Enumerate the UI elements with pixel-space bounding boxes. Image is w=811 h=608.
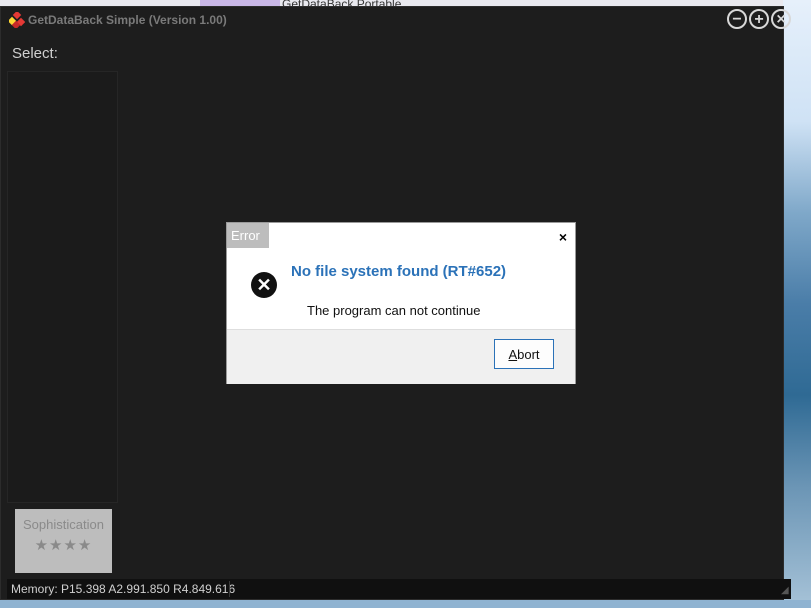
sophistication-button[interactable]: Sophistication ★★★★ [15, 509, 112, 573]
minimize-button[interactable]: − [727, 9, 747, 29]
error-x-icon: ✕ [251, 272, 277, 298]
status-separator [229, 581, 230, 597]
star-rating-icon: ★★★★ [34, 537, 93, 554]
error-heading: No file system found (RT#652) [291, 263, 507, 280]
memory-status: Memory: P15.398 A2.991.850 R4.849.616 [11, 582, 236, 596]
dialog-close-button[interactable]: × [559, 229, 567, 245]
window-title: GetDataBack Simple (Version 1.00) [28, 13, 227, 27]
desktop-background-bottom [0, 600, 811, 608]
dialog-footer: Abort [227, 329, 575, 384]
desktop-wallpaper-right [783, 0, 811, 608]
getdataback-logo-icon [9, 12, 25, 28]
close-button[interactable]: × [771, 9, 791, 29]
abort-label-rest: bort [517, 347, 540, 362]
error-message: The program can not continue [307, 303, 481, 318]
maximize-button[interactable]: + [749, 9, 769, 29]
select-label: Select: [12, 45, 58, 62]
title-bar[interactable]: GetDataBack Simple (Version 1.00) − + × [1, 7, 791, 33]
dialog-title: Error [227, 223, 269, 248]
abort-button[interactable]: Abort [494, 339, 554, 369]
selection-panel[interactable] [7, 71, 118, 503]
error-dialog: Error × ✕ No file system found (RT#652) … [226, 222, 576, 384]
resize-grip-icon[interactable]: ◢ [781, 585, 793, 597]
status-bar: Memory: P15.398 A2.991.850 R4.849.616 ◢ [7, 579, 791, 599]
abort-mnemonic: A [508, 347, 518, 362]
window-controls: − + × [727, 9, 791, 29]
sophistication-label: Sophistication [23, 517, 104, 532]
